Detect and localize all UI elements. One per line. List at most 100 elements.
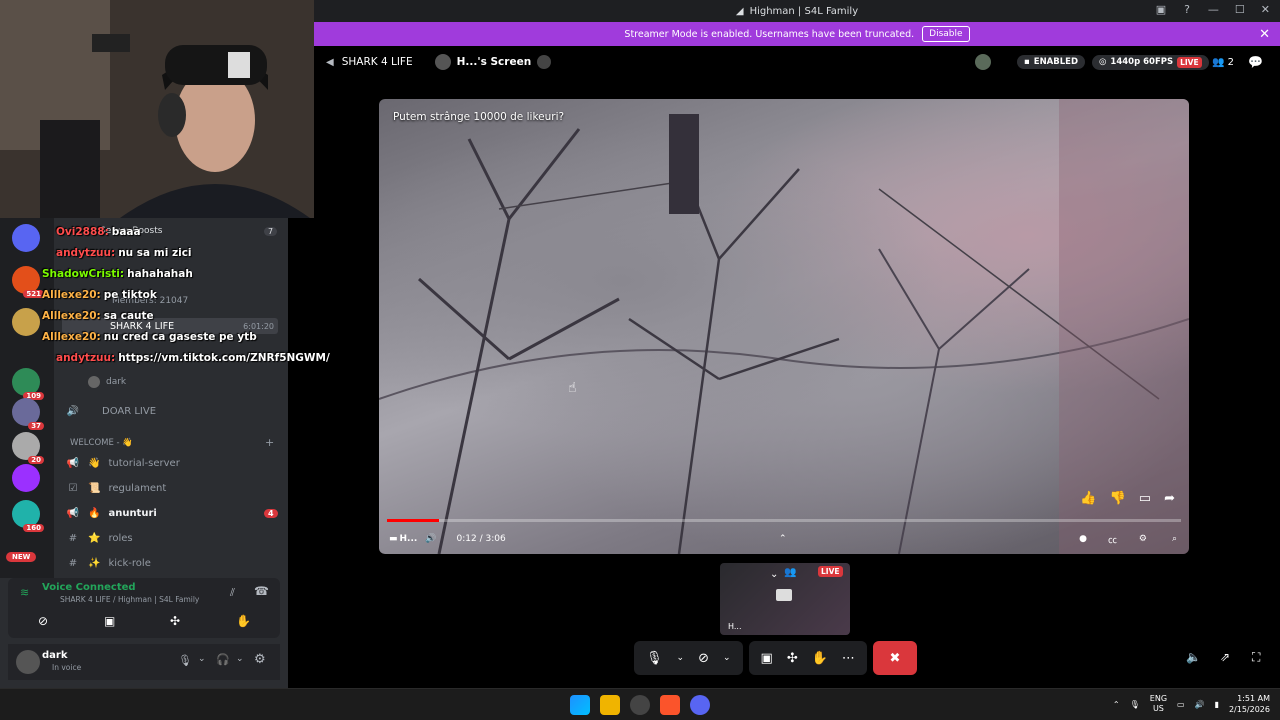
chevron-down-icon[interactable]: ⌄ xyxy=(236,654,244,664)
chrome-icon[interactable] xyxy=(630,695,650,715)
chevron-down-icon[interactable]: ⌄ xyxy=(677,653,685,663)
video-controls: ▬ H... 🔊 0:12 / 3:06 ⌃ ● ㏄ ⚙ ⌕ xyxy=(379,524,1189,554)
enabled-pill[interactable]: ▪ ENABLED xyxy=(1017,55,1086,69)
disconnect-icon[interactable]: ☎ xyxy=(254,584,269,598)
camera-off-icon[interactable]: ⊘ xyxy=(698,651,709,666)
screen-share-label[interactable]: H...'s Screen xyxy=(457,56,532,68)
stage-server-name[interactable]: SHARK 4 LIFE xyxy=(342,56,413,68)
window-title: Highman | S4L Family xyxy=(749,5,859,17)
channel-roles[interactable]: # ⭐ roles xyxy=(66,533,133,544)
chevron-down-icon[interactable]: ⌄ xyxy=(723,653,731,663)
settings-icon[interactable]: ⚙ xyxy=(1139,534,1147,544)
voice-location[interactable]: SHARK 4 LIFE / Highman | S4L Family xyxy=(60,595,199,604)
comment-icon[interactable]: ▭ xyxy=(1139,491,1151,506)
chevron-down-icon[interactable]: ⌄ xyxy=(770,569,778,580)
chat-icon[interactable]: 💬 xyxy=(1248,55,1263,69)
server-icon[interactable]: 37 xyxy=(12,398,44,430)
server-icon[interactable]: 521 xyxy=(12,266,44,298)
video-caption: Putem strânge 10000 de likeuri? xyxy=(393,111,565,123)
channel-icon[interactable]: ▬ xyxy=(389,534,398,544)
close-banner-icon[interactable]: ✕ xyxy=(1259,27,1270,42)
like-icon[interactable]: 👍 xyxy=(1080,491,1096,506)
avatar[interactable] xyxy=(16,650,40,674)
volume-icon[interactable]: 🔈 xyxy=(1186,650,1201,664)
chevron-up-icon[interactable]: ⌃ xyxy=(1113,700,1120,709)
people-icon[interactable]: 👥 xyxy=(784,567,796,578)
activities-icon[interactable]: ✣ xyxy=(170,614,180,628)
microphone-icon[interactable]: 🎙 xyxy=(646,651,663,666)
user-name[interactable]: dark xyxy=(42,650,68,661)
video-progress-bar[interactable] xyxy=(387,519,1181,522)
microphone-icon[interactable]: 🎙 xyxy=(1130,700,1140,709)
avatar xyxy=(975,54,991,70)
share-icon[interactable]: ➦ xyxy=(1164,491,1175,506)
end-stream-button[interactable]: ✖ xyxy=(872,641,917,675)
record-icon[interactable]: ● xyxy=(1079,534,1087,544)
server-icon[interactable]: 20 xyxy=(12,432,44,464)
server-icon[interactable] xyxy=(12,464,40,492)
inbox-icon[interactable]: ▣ xyxy=(1156,3,1166,16)
windows-start-icon[interactable] xyxy=(570,695,590,715)
voice-user[interactable]: dark xyxy=(88,376,126,388)
volume-icon[interactable]: 🔊 xyxy=(1195,700,1205,709)
more-icon[interactable]: ⋯ xyxy=(842,651,855,666)
file-explorer-icon[interactable] xyxy=(600,695,620,715)
avatar xyxy=(88,376,100,388)
speaker-icon: 🔊 xyxy=(66,406,80,417)
screen-icon xyxy=(776,589,792,601)
screen-share-icon[interactable]: ▣ xyxy=(761,651,773,666)
people-icon: 👥 xyxy=(1212,56,1225,68)
chevron-up-icon[interactable]: ⌃ xyxy=(779,534,787,544)
maximize-button[interactable]: ☐ xyxy=(1235,3,1245,16)
server-icon[interactable]: 109 xyxy=(12,368,44,400)
fullscreen-icon[interactable]: ⛶ xyxy=(1252,650,1260,665)
popout-icon[interactable]: ⇗ xyxy=(1220,650,1230,664)
camera-off-icon[interactable]: ⊘ xyxy=(38,614,48,628)
discord-icon[interactable] xyxy=(690,695,710,715)
noise-suppression-icon[interactable]: ⫽ xyxy=(230,586,235,600)
screen-share-icon[interactable]: ▣ xyxy=(104,614,115,628)
brave-icon[interactable] xyxy=(660,695,680,715)
zoom-icon[interactable]: ⌕ xyxy=(1172,534,1177,544)
channel-kick-role[interactable]: # ✨ kick-role xyxy=(66,558,151,569)
headphones-icon[interactable]: 🎧 xyxy=(216,653,230,666)
network-icon[interactable]: ▭ xyxy=(1177,700,1185,709)
add-channel-icon[interactable]: + xyxy=(265,436,274,449)
thumbnail-live-badge: LIVE xyxy=(818,566,843,577)
viewers-count[interactable]: 👥 2 xyxy=(1212,57,1234,68)
captions-icon[interactable]: ㏄ xyxy=(1108,533,1117,546)
gear-icon[interactable]: ⚙ xyxy=(254,652,266,667)
stream-video[interactable]: Putem strânge 10000 de likeuri? 👍 👎 ▭ ➦ … xyxy=(379,99,1189,554)
server-icon[interactable] xyxy=(12,224,40,252)
microphone-icon[interactable]: 🎙 xyxy=(178,654,192,667)
channel-doar-live[interactable]: 🔊 DOAR LIVE xyxy=(66,406,156,417)
thumbnail-name: H... xyxy=(728,622,742,631)
activities-icon[interactable]: ✣ xyxy=(787,651,798,666)
close-window-button[interactable]: ✕ xyxy=(1261,3,1270,16)
channel-anunturi[interactable]: 📢 🔥 anunturi xyxy=(66,508,157,519)
windows-taskbar: ⌃ 🎙 ENG US ▭ 🔊 ▮ 1:51 AM 2/15/2026 xyxy=(0,688,1280,720)
soundboard-icon[interactable]: ✋ xyxy=(812,651,828,666)
volume-icon[interactable]: 🔊 xyxy=(425,534,436,544)
channel-regulament[interactable]: ☑ 📜 regulament xyxy=(66,483,167,494)
channel-tutorial-server[interactable]: 📢 👋 tutorial-server xyxy=(66,458,180,469)
clock[interactable]: 1:51 AM 2/15/2026 xyxy=(1229,693,1270,715)
screen-icon: ▪ xyxy=(1024,57,1030,67)
chat-username: andytzuu: xyxy=(56,247,116,259)
help-icon[interactable]: ? xyxy=(1184,3,1190,16)
category-welcome[interactable]: WELCOME - 👋 xyxy=(70,438,133,448)
minimize-button[interactable]: — xyxy=(1208,3,1219,16)
server-icon[interactable] xyxy=(12,308,40,336)
chevron-down-icon[interactable]: ⌄ xyxy=(198,654,206,664)
disable-streamer-mode-button[interactable]: Disable xyxy=(922,26,970,42)
battery-icon[interactable]: ▮ xyxy=(1215,700,1219,709)
language-indicator[interactable]: ENG US xyxy=(1150,694,1167,714)
soundboard-icon[interactable]: ✋ xyxy=(236,614,251,628)
channel-emoji: ⭐ xyxy=(88,533,101,544)
dislike-icon[interactable]: 👎 xyxy=(1110,491,1126,506)
stream-thumbnail[interactable]: LIVE ⌄ 👥 H... xyxy=(720,563,850,635)
voice-connected-panel: ≋ Voice Connected SHARK 4 LIFE / Highman… xyxy=(8,578,280,638)
quality-pill[interactable]: ◎ 1440p 60FPS LIVE xyxy=(1092,54,1209,70)
voice-status[interactable]: Voice Connected xyxy=(42,582,136,593)
server-icon[interactable]: 160 xyxy=(12,500,44,532)
